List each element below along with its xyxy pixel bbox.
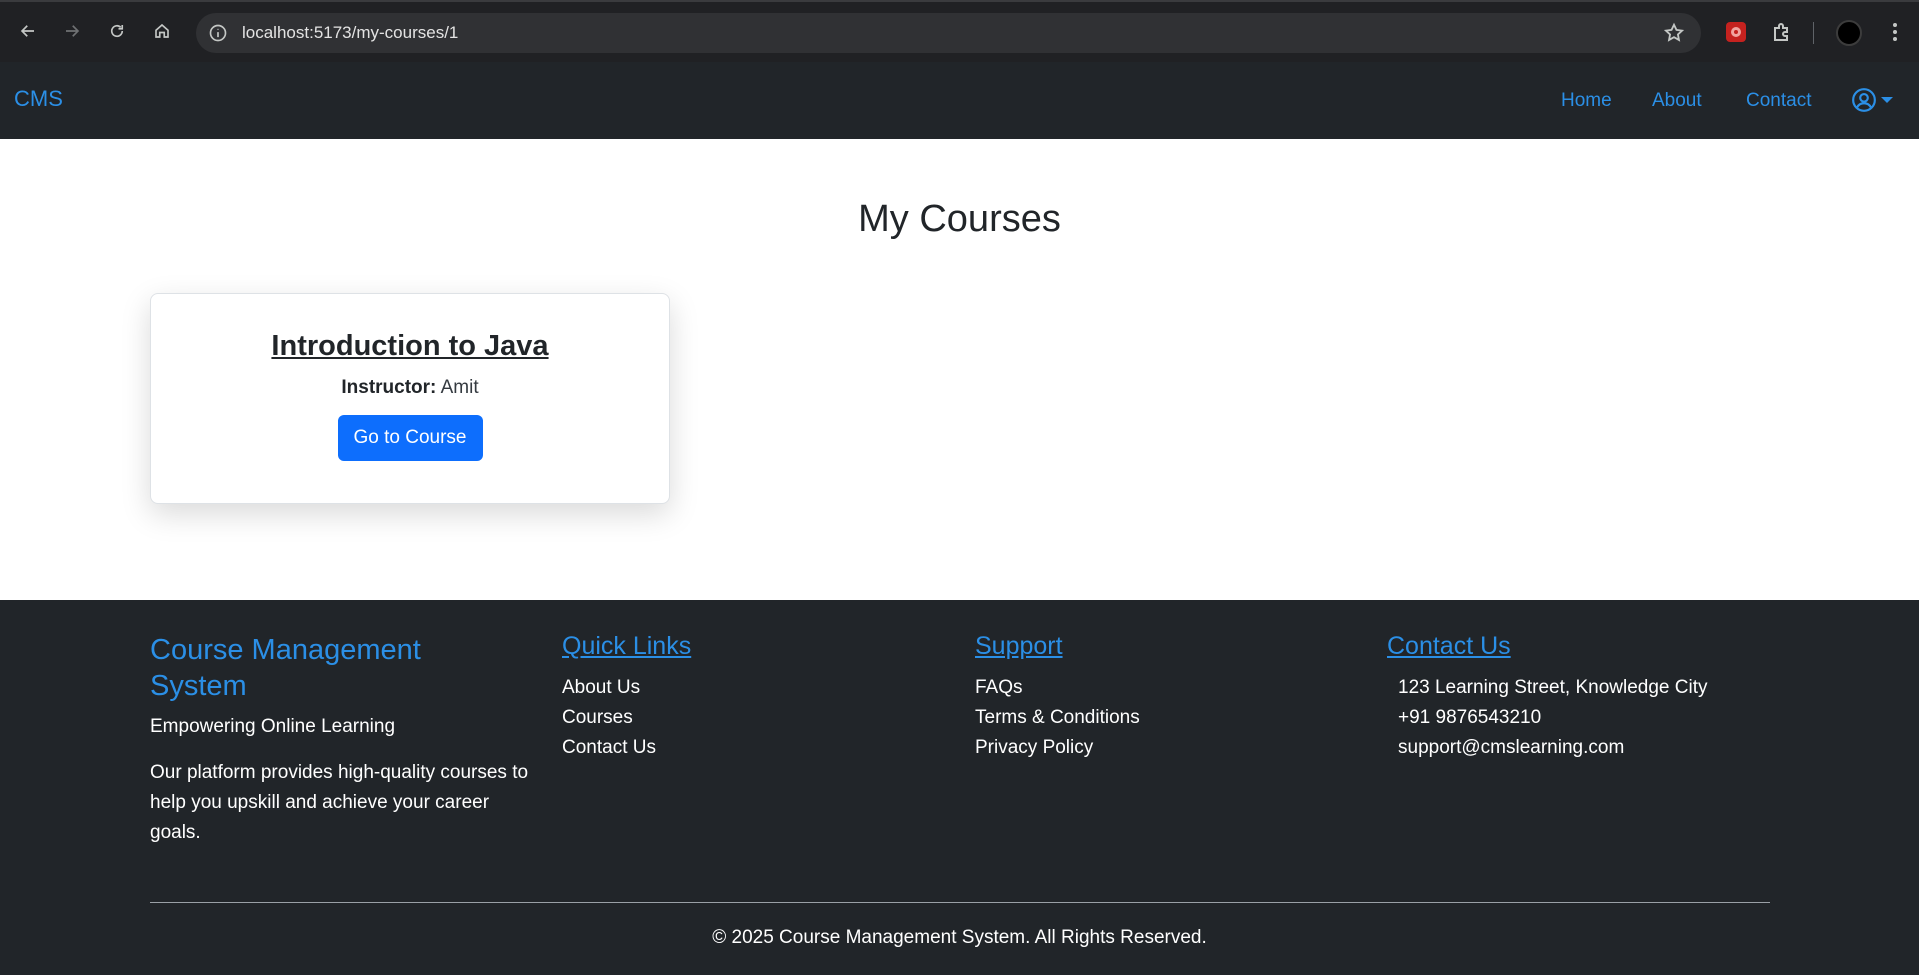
contact-us-heading[interactable]: Contact Us <box>1387 632 1707 661</box>
contact-address: 123 Learning Street, Knowledge City <box>1398 677 1708 698</box>
footer-link-terms[interactable]: Terms & Conditions <box>975 703 1140 733</box>
footer-contact-column: Contact Us 123 Learning Street, Knowledg… <box>1387 632 1707 763</box>
instructor-name: Amit <box>440 377 479 398</box>
top-navbar: CMS Home About Contact <box>0 62 1919 139</box>
url-text[interactable]: localhost:5173/my-courses/1 <box>242 23 458 43</box>
back-icon[interactable] <box>16 19 40 43</box>
footer-brand-line1: Course Management <box>150 634 421 666</box>
nav-contact-link[interactable]: Contact <box>1746 90 1811 112</box>
instructor-label: Instructor: <box>341 377 437 398</box>
footer-link-contact-us[interactable]: Contact Us <box>562 733 691 763</box>
support-heading[interactable]: Support <box>975 632 1140 661</box>
course-title-link[interactable]: Introduction to Java <box>151 330 669 363</box>
quick-links-heading[interactable]: Quick Links <box>562 632 691 661</box>
nav-home-link[interactable]: Home <box>1561 90 1612 112</box>
user-menu-dropdown[interactable] <box>1851 86 1893 114</box>
user-circle-icon <box>1852 88 1876 112</box>
footer-description: Our platform provides high-quality cours… <box>150 762 529 843</box>
footer-link-about-us[interactable]: About Us <box>562 673 691 703</box>
footer-link-courses[interactable]: Courses <box>562 703 691 733</box>
course-instructor: Instructor: Amit <box>151 377 669 399</box>
go-to-course-button[interactable]: Go to Course <box>337 415 483 461</box>
home-icon[interactable] <box>150 19 174 43</box>
toolbar-divider <box>1813 22 1814 44</box>
navbar-brand[interactable]: CMS <box>14 86 63 112</box>
footer-brand-line2: System <box>150 670 247 702</box>
nav-about-link[interactable]: About <box>1652 90 1702 112</box>
chevron-down-icon <box>1881 97 1893 103</box>
kebab-menu-icon[interactable] <box>1883 20 1907 44</box>
footer-divider <box>150 902 1770 903</box>
contact-email: support@cmslearning.com <box>1398 737 1625 758</box>
profile-avatar[interactable] <box>1836 20 1862 46</box>
footer-about-column: Course Management System Empowering Onli… <box>150 632 540 848</box>
footer-quick-links-column: Quick Links About Us Courses Contact Us <box>562 632 691 763</box>
site-info-icon[interactable] <box>208 23 228 43</box>
footer-link-faqs[interactable]: FAQs <box>975 673 1140 703</box>
puzzle-extensions-icon[interactable] <box>1770 20 1794 44</box>
reload-icon[interactable] <box>105 19 129 43</box>
forward-icon[interactable] <box>60 19 84 43</box>
footer-tagline: Empowering Online Learning <box>150 716 396 737</box>
address-bar[interactable]: localhost:5173/my-courses/1 <box>196 13 1701 53</box>
footer-copyright: © 2025 Course Management System. All Rig… <box>712 927 1207 948</box>
browser-toolbar: localhost:5173/my-courses/1 <box>0 0 1919 62</box>
contact-phone: +91 9876543210 <box>1398 707 1542 728</box>
page-title: My Courses <box>858 198 1061 240</box>
footer-link-privacy[interactable]: Privacy Policy <box>975 733 1140 763</box>
site-footer: Course Management System Empowering Onli… <box>0 600 1919 975</box>
course-card: Introduction to Java Instructor: Amit Go… <box>150 293 670 504</box>
footer-brand: Course Management System <box>150 632 510 704</box>
footer-support-column: Support FAQs Terms & Conditions Privacy … <box>975 632 1140 763</box>
bookmark-star-icon[interactable] <box>1663 22 1685 44</box>
extension-icon[interactable] <box>1724 20 1748 44</box>
